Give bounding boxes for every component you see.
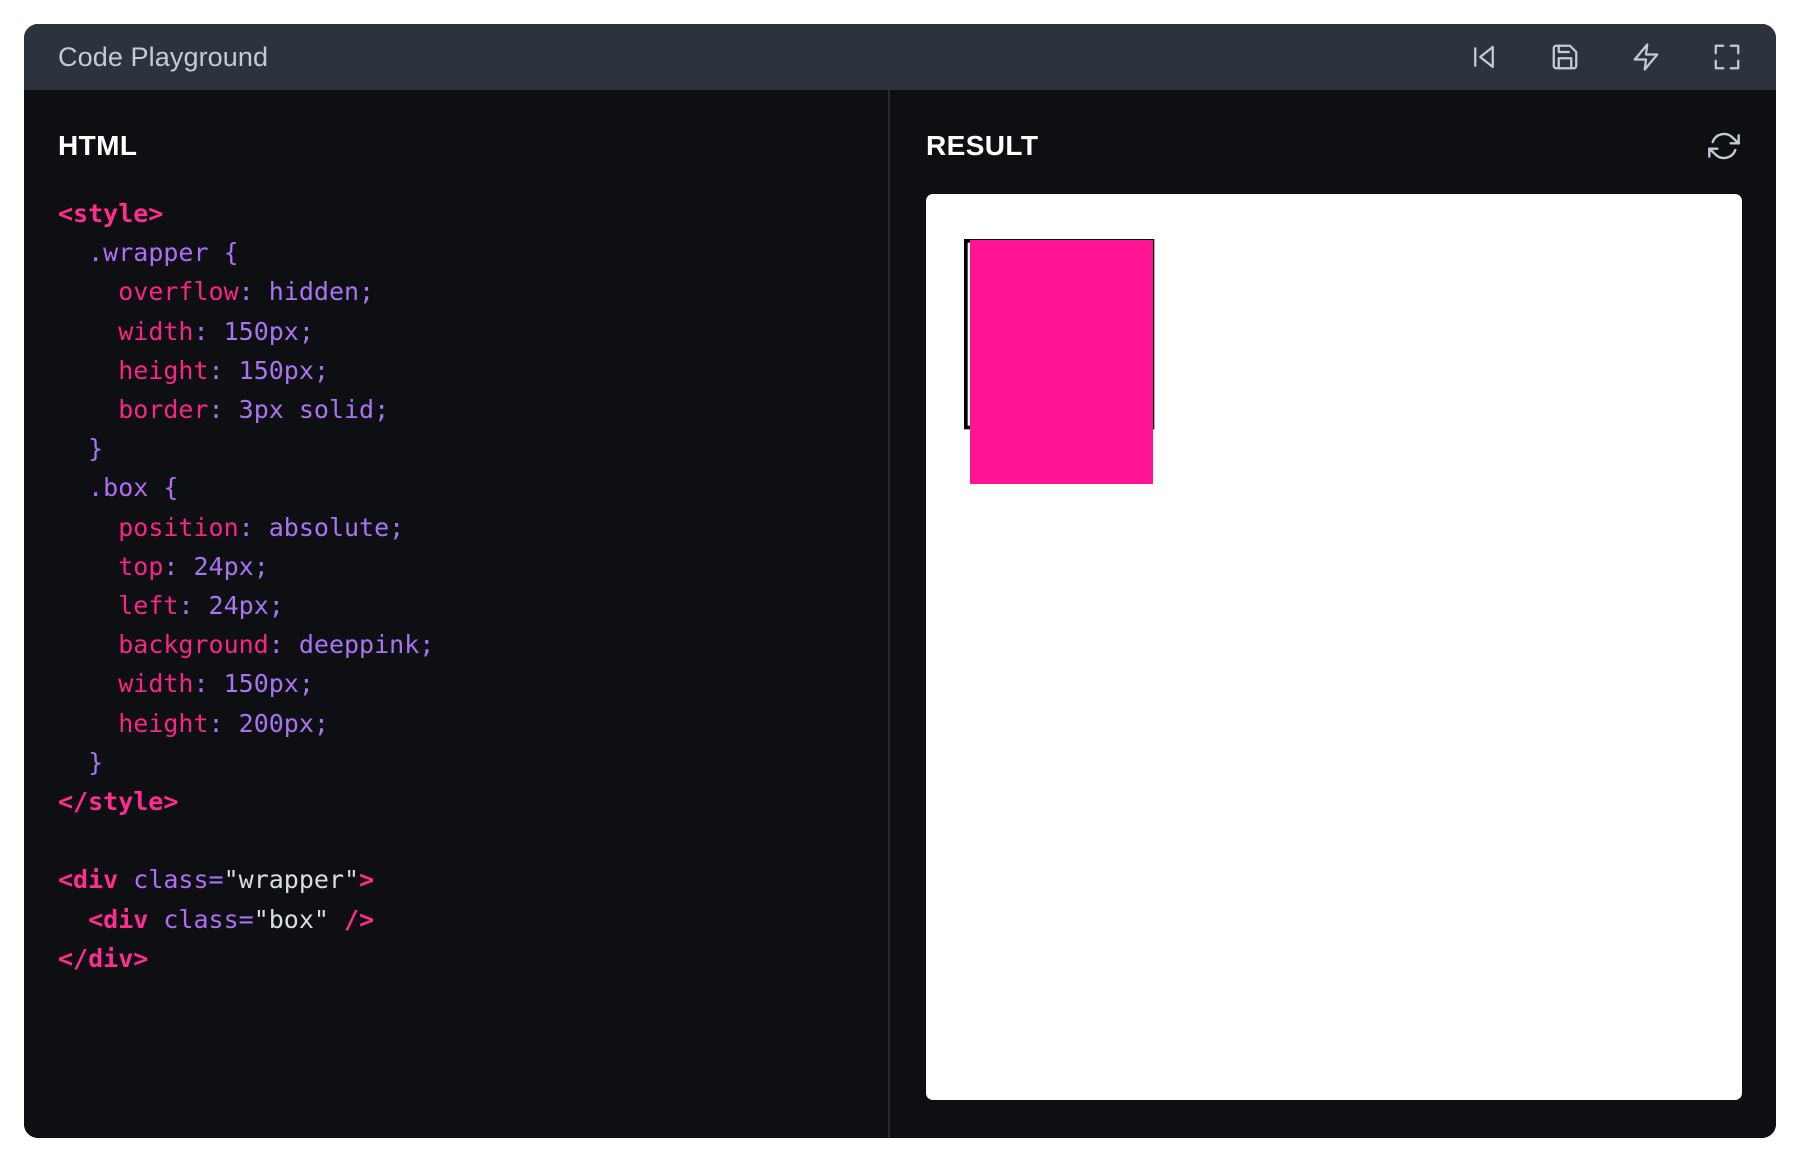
code-token: "box" bbox=[253, 904, 329, 934]
code-editor[interactable]: <style> .wrapper { overflow: hidden; wid… bbox=[58, 194, 888, 978]
code-token: class bbox=[148, 904, 239, 934]
title-bar: Code Playground bbox=[24, 24, 1776, 90]
code-token: : bbox=[208, 708, 239, 738]
fullscreen-icon[interactable] bbox=[1710, 40, 1744, 74]
code-token: deeppink; bbox=[298, 630, 435, 660]
code-playground-window: Code Playground HTML <style> .wrapper {… bbox=[24, 24, 1776, 1138]
code-token: 24px; bbox=[208, 591, 284, 621]
code-token: : bbox=[208, 395, 239, 425]
skip-back-icon[interactable] bbox=[1467, 40, 1501, 74]
result-pane: RESULT bbox=[890, 90, 1776, 1138]
code-token: background bbox=[118, 630, 269, 660]
code-token: height bbox=[118, 708, 209, 738]
code-token: </div> bbox=[58, 943, 149, 973]
code-token: .box { bbox=[88, 473, 179, 503]
refresh-icon[interactable] bbox=[1706, 128, 1742, 164]
editor-header: HTML bbox=[58, 126, 888, 166]
code-token: border bbox=[118, 395, 209, 425]
code-token: </style> bbox=[58, 787, 179, 817]
result-header: RESULT bbox=[926, 126, 1742, 166]
code-token: : bbox=[178, 591, 209, 621]
code-token: "wrapper" bbox=[223, 865, 360, 895]
save-icon[interactable] bbox=[1548, 40, 1582, 74]
editor-label: HTML bbox=[58, 130, 138, 161]
code-token: } bbox=[58, 747, 104, 777]
code-token: : bbox=[238, 277, 269, 307]
code-token: 200px; bbox=[238, 708, 329, 738]
result-label: RESULT bbox=[926, 130, 1039, 161]
code-token: <div bbox=[88, 904, 149, 934]
code-token: height bbox=[118, 355, 209, 385]
code-token: 24px; bbox=[193, 551, 269, 581]
titlebar-actions bbox=[1467, 40, 1744, 74]
code-token: /> bbox=[328, 904, 375, 934]
code-token: width bbox=[118, 316, 194, 346]
preview-surface bbox=[926, 194, 1742, 1100]
app-title: Code Playground bbox=[58, 41, 269, 72]
panes-container: HTML <style> .wrapper { overflow: hidden… bbox=[24, 90, 1776, 1138]
code-token: : bbox=[193, 316, 224, 346]
preview-box-element bbox=[970, 240, 1153, 484]
code-token: 150px; bbox=[223, 669, 314, 699]
code-token: : bbox=[268, 630, 299, 660]
code-token: class bbox=[118, 865, 209, 895]
editor-pane: HTML <style> .wrapper { overflow: hidden… bbox=[24, 90, 890, 1138]
code-token: absolute; bbox=[268, 512, 405, 542]
code-token: : bbox=[193, 669, 224, 699]
code-token: : bbox=[208, 355, 239, 385]
code-token: 150px; bbox=[238, 355, 329, 385]
code-token: } bbox=[58, 434, 104, 464]
code-token: overflow bbox=[118, 277, 239, 307]
code-token: : bbox=[238, 512, 269, 542]
code-token: : bbox=[163, 551, 194, 581]
code-token: 3px solid; bbox=[238, 395, 390, 425]
code-token: > bbox=[359, 865, 375, 895]
code-token: width bbox=[118, 669, 194, 699]
code-token: hidden; bbox=[268, 277, 375, 307]
lightning-icon[interactable] bbox=[1629, 40, 1663, 74]
code-token: position bbox=[118, 512, 239, 542]
code-token: top bbox=[118, 551, 164, 581]
code-token: 150px; bbox=[223, 316, 314, 346]
code-token: .wrapper { bbox=[88, 238, 239, 268]
code-token: = bbox=[208, 865, 224, 895]
code-token: = bbox=[238, 904, 254, 934]
code-token: left bbox=[118, 591, 179, 621]
code-token: <div bbox=[58, 865, 119, 895]
code-token: <style> bbox=[58, 199, 164, 228]
preview-stage bbox=[946, 216, 1366, 636]
